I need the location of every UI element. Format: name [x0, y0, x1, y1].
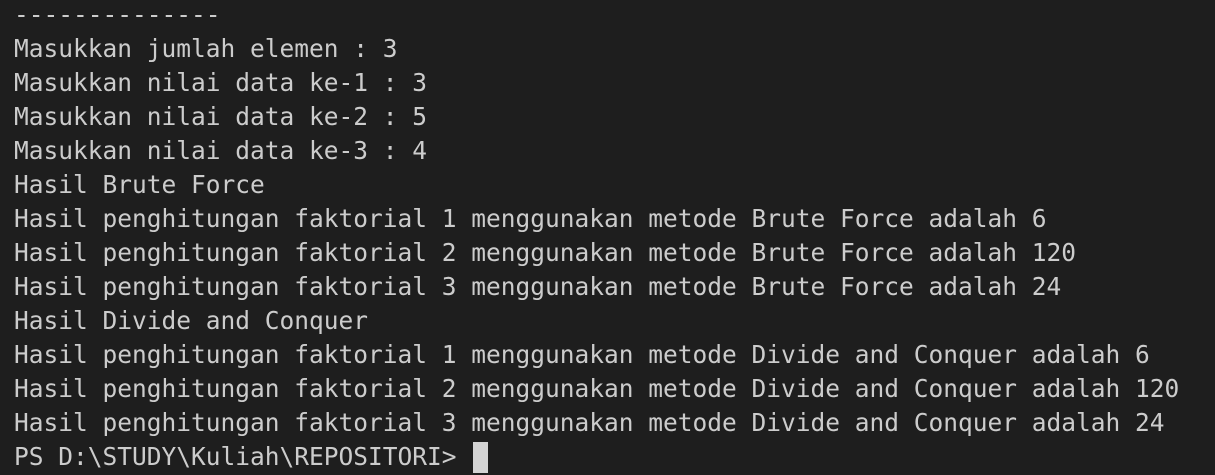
output-line: Hasil penghitungan faktorial 2 menggunak… — [14, 374, 1180, 403]
output-line: Hasil Brute Force — [14, 170, 265, 199]
output-line: Hasil penghitungan faktorial 3 menggunak… — [14, 272, 1062, 301]
prompt-line[interactable]: PS D:\STUDY\Kuliah\REPOSITORI> — [14, 440, 1179, 474]
output-line: Hasil penghitungan faktorial 1 menggunak… — [14, 204, 1047, 233]
output-line: Hasil penghitungan faktorial 1 menggunak… — [14, 340, 1150, 369]
output-line: Hasil Divide and Conquer — [14, 306, 369, 335]
terminal-output: -------------- Masukkan jumlah elemen : … — [14, 0, 1179, 474]
terminal-window[interactable]: -------------- Masukkan jumlah elemen : … — [0, 0, 1215, 475]
output-line: Hasil penghitungan faktorial 3 menggunak… — [14, 408, 1165, 437]
output-line: Masukkan nilai data ke-1 : 3 — [14, 68, 428, 97]
output-line: Masukkan nilai data ke-3 : 4 — [14, 136, 428, 165]
output-line: Masukkan nilai data ke-2 : 5 — [14, 102, 428, 131]
text-cursor — [472, 441, 488, 473]
output-line: Hasil penghitungan faktorial 2 menggunak… — [14, 238, 1077, 267]
separator-line: -------------- — [14, 0, 221, 29]
output-line: Masukkan jumlah elemen : 3 — [14, 34, 398, 63]
shell-prompt: PS D:\STUDY\Kuliah\REPOSITORI> — [14, 442, 457, 471]
